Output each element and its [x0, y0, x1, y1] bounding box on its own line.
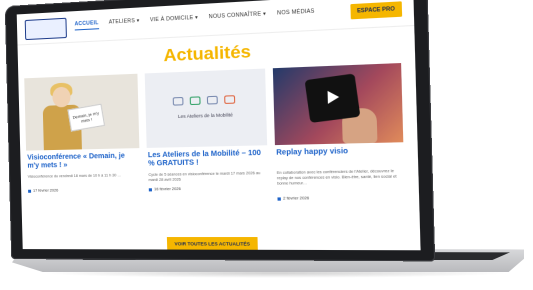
- calendar-icon: [148, 187, 152, 191]
- logo-text: [29, 22, 63, 24]
- news-card-desc: En collaboration avec les conférenciers …: [276, 168, 397, 186]
- calendar-icon: [277, 196, 281, 201]
- espace-pro-button[interactable]: ESPACE PRO: [349, 1, 403, 20]
- bike-icon: [189, 96, 201, 106]
- nav-ateliers[interactable]: ATELIERS ▾: [109, 18, 140, 29]
- news-cards: Demain, je m'y mets ! Visioconférence « …: [24, 63, 413, 229]
- laptop-frame: ACCUEIL ATELIERS ▾ VIE À DOMICILE ▾ NOUS…: [0, 0, 533, 290]
- sign-card: Demain, je m'y mets !: [67, 103, 106, 132]
- nav-nous-connaitre[interactable]: NOUS CONNAÎTRE ▾: [209, 11, 266, 24]
- website-screen: ACCUEIL ATELIERS ▾ VIE À DOMICILE ▾ NOUS…: [16, 0, 421, 251]
- news-card-desc: Cycle de 5 séances en visioconférence le…: [148, 170, 261, 183]
- news-card-title[interactable]: Les Ateliers de la Mobilité – 100 % GRAT…: [148, 150, 267, 169]
- news-card-title[interactable]: Replay happy visio: [276, 147, 402, 158]
- news-card-title[interactable]: Visioconférence « Demain, je m'y mets ! …: [27, 152, 139, 170]
- news-card-date-text: 17 février 2026: [32, 188, 59, 193]
- news-card-date: 2 février 2026: [277, 196, 309, 201]
- play-icon: [327, 90, 340, 104]
- walk-icon: [224, 95, 236, 104]
- main-nav: ACCUEIL ATELIERS ▾ VIE À DOMICILE ▾ NOUS…: [74, 8, 315, 31]
- scooter-icon: [206, 95, 218, 105]
- news-card-date: 16 février 2026: [148, 186, 181, 192]
- nav-vie-a-domicile[interactable]: VIE À DOMICILE ▾: [150, 15, 198, 27]
- nav-accueil[interactable]: ACCUEIL: [74, 20, 99, 31]
- mobility-icons: [172, 95, 236, 106]
- news-card-date-text: 2 février 2026: [283, 196, 310, 201]
- news-card[interactable]: Demain, je m'y mets ! Visioconférence « …: [24, 73, 141, 229]
- laptop-lid: ACCUEIL ATELIERS ▾ VIE À DOMICILE ▾ NOUS…: [4, 0, 436, 262]
- thumb-caption: Les Ateliers de la Mobilité: [177, 112, 233, 120]
- site-logo[interactable]: [24, 17, 67, 41]
- news-card-image[interactable]: [272, 63, 404, 146]
- car-icon: [172, 96, 184, 106]
- news-card-desc: Visioconférence du vendredi 18 mars de 1…: [27, 173, 122, 179]
- news-card-image[interactable]: Demain, je m'y mets !: [24, 73, 140, 151]
- news-card-date-text: 16 février 2026: [153, 186, 181, 192]
- news-card-date: 17 février 2026: [28, 188, 59, 193]
- see-all-news-button[interactable]: VOIR TOUTES LES ACTUALITÉS: [166, 237, 258, 251]
- news-card-image[interactable]: Les Ateliers de la Mobilité: [144, 68, 268, 148]
- news-card[interactable]: Les Ateliers de la Mobilité Les Ateliers…: [144, 68, 270, 229]
- news-card[interactable]: Replay happy visio En collaboration avec…: [272, 63, 406, 228]
- calendar-icon: [28, 189, 32, 193]
- nav-nos-medias[interactable]: NOS MÉDIAS: [277, 8, 315, 20]
